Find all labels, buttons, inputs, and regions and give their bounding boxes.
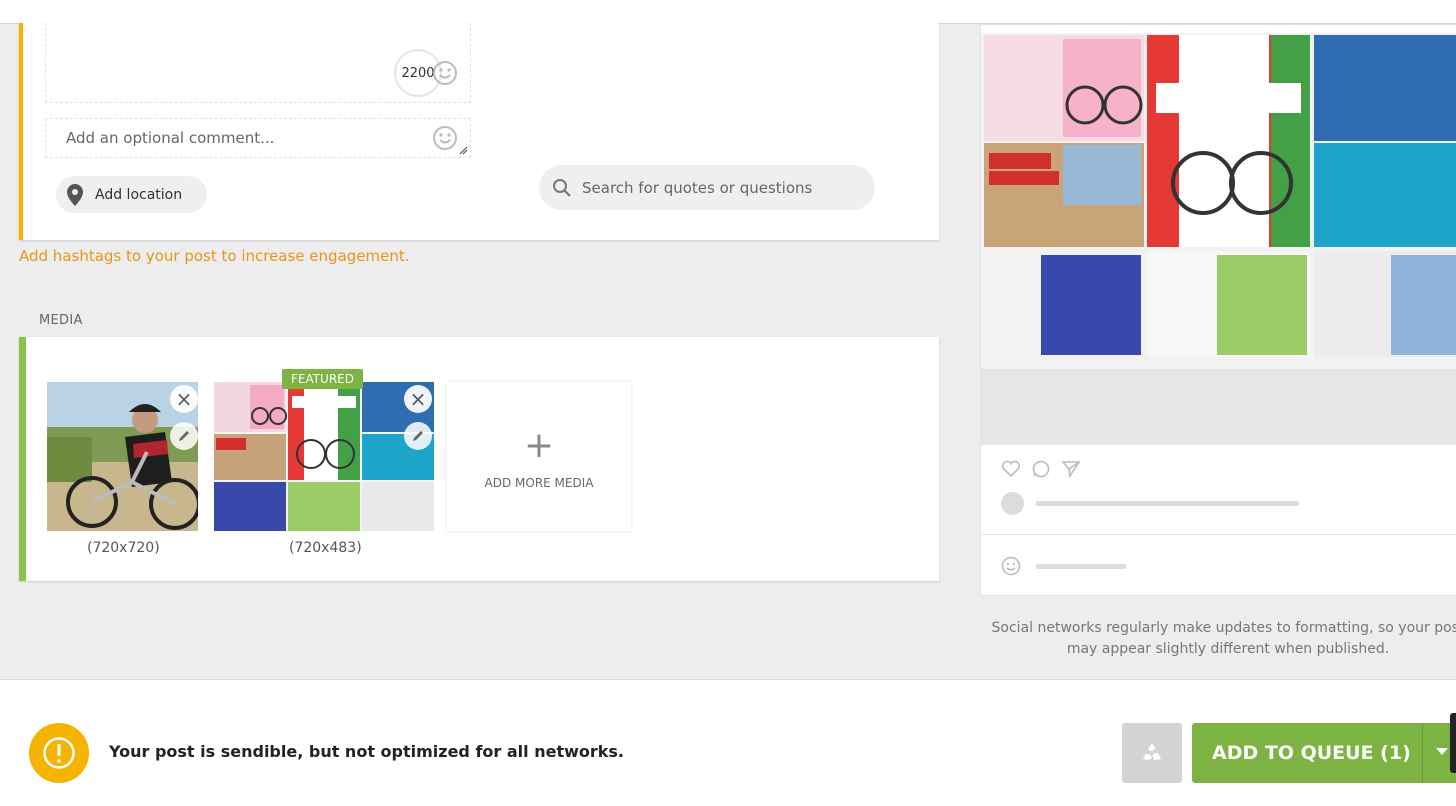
- send-icon: [1061, 461, 1081, 478]
- media-card: × × FEATURED (720x720) (720x483) + ADD M…: [19, 337, 939, 581]
- placeholder-line: [1036, 564, 1126, 569]
- divider: [981, 534, 1456, 535]
- chevron-down-icon[interactable]: [1436, 748, 1448, 755]
- top-bar: [0, 0, 1456, 24]
- composer-card: 2200 Add an optional comment... Add loca…: [19, 23, 939, 240]
- edge-scroll-handle[interactable]: [1450, 713, 1456, 773]
- add-location-label: Add location: [95, 186, 183, 203]
- preview-image: [981, 33, 1456, 369]
- placeholder-avatar: [1001, 492, 1024, 515]
- hashtag-hint[interactable]: Add hashtags to your post to increase en…: [19, 247, 410, 265]
- recycle-button[interactable]: [1122, 723, 1182, 783]
- resize-grip-icon[interactable]: [459, 146, 468, 155]
- add-to-queue-label: ADD TO QUEUE (1): [1212, 742, 1411, 764]
- edit-media-icon[interactable]: [170, 422, 198, 450]
- add-more-media-label: ADD MORE MEDIA: [484, 476, 594, 490]
- media-dimensions: (720x720): [87, 540, 160, 556]
- remove-media-icon[interactable]: ×: [170, 385, 198, 413]
- media-thumbnail-cyclist[interactable]: ×: [47, 382, 198, 531]
- magazine-spread-image: [214, 382, 434, 531]
- emoji-icon[interactable]: [432, 60, 458, 86]
- optimization-warning-text: Your post is sendible, but not optimized…: [109, 742, 624, 761]
- emoji-icon[interactable]: [432, 125, 458, 151]
- comment-icon: [1032, 460, 1050, 478]
- preview-action-icons: [1001, 460, 1081, 478]
- preview-disclaimer: Social networks regularly make updates t…: [980, 618, 1456, 660]
- post-preview-panel: [980, 24, 1456, 596]
- post-text-area[interactable]: 2200: [45, 23, 471, 103]
- featured-badge: FEATURED: [282, 369, 363, 389]
- comment-input[interactable]: Add an optional comment...: [45, 118, 471, 158]
- media-dimensions: (720x483): [289, 540, 362, 556]
- media-section-label: MEDIA: [39, 313, 83, 328]
- search-icon: [553, 178, 571, 197]
- comment-placeholder: Add an optional comment...: [66, 129, 275, 147]
- button-divider: [1422, 723, 1423, 783]
- add-more-media-button[interactable]: + ADD MORE MEDIA: [447, 382, 631, 531]
- preview-disclaimer-line: Social networks regularly make updates t…: [991, 620, 1456, 636]
- preview-placeholder-area: [981, 369, 1456, 445]
- warning-icon: [29, 723, 89, 783]
- quote-search-input[interactable]: Search for quotes or questions: [539, 165, 875, 210]
- preview-disclaimer-line: may appear slightly different when publi…: [1066, 641, 1390, 657]
- plus-icon: +: [523, 425, 555, 466]
- emoji-icon: [1001, 556, 1021, 576]
- add-to-queue-button[interactable]: ADD TO QUEUE (1): [1192, 723, 1456, 783]
- media-thumbnail-magazine[interactable]: ×: [214, 382, 434, 531]
- location-pin-icon: [67, 183, 83, 206]
- footer-bar: Your post is sendible, but not optimized…: [0, 679, 1456, 806]
- remove-media-icon[interactable]: ×: [404, 385, 432, 413]
- edit-media-icon[interactable]: [404, 422, 432, 450]
- placeholder-line: [1036, 501, 1299, 506]
- heart-icon: [1001, 460, 1021, 478]
- recycle-icon: [1143, 743, 1161, 760]
- search-placeholder: Search for quotes or questions: [582, 178, 813, 197]
- add-location-button[interactable]: Add location: [56, 176, 207, 213]
